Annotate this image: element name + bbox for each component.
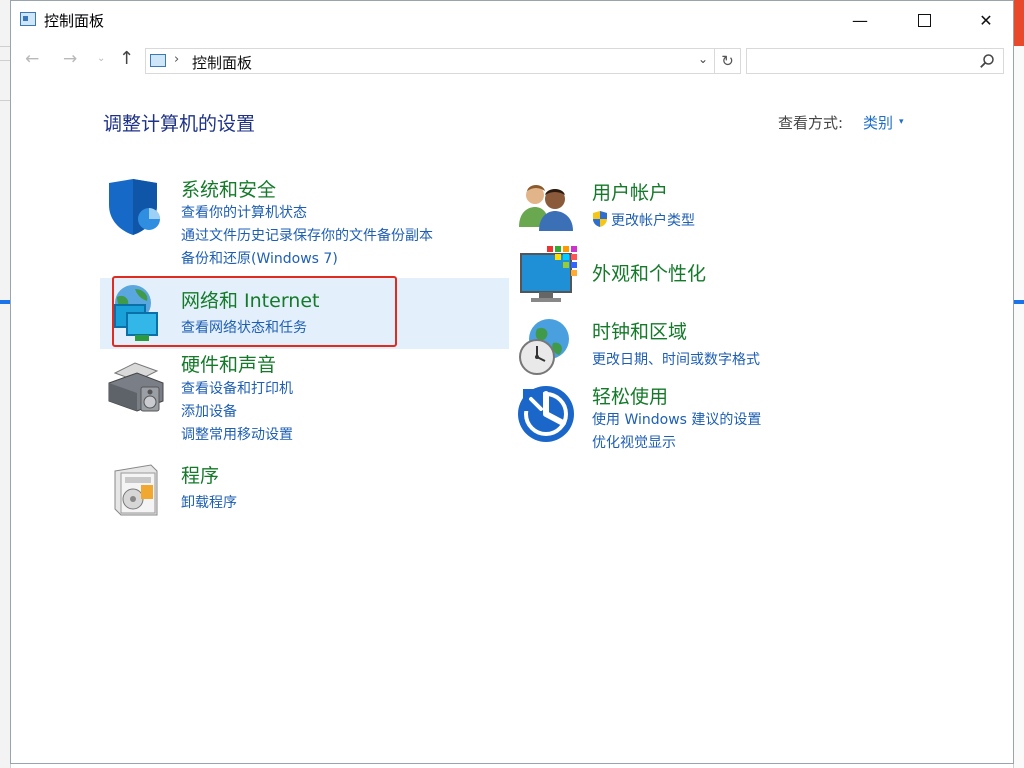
divider bbox=[0, 100, 10, 101]
link-optimize-visual-display[interactable]: 优化视觉显示 bbox=[592, 432, 676, 452]
category-clock-region[interactable]: 时钟和区域 bbox=[592, 317, 687, 344]
maximize-button[interactable] bbox=[901, 1, 947, 39]
back-button[interactable]: ← bbox=[25, 49, 39, 69]
view-by-dropdown[interactable]: 类别 bbox=[863, 112, 893, 133]
category-system-security[interactable]: 系统和安全 bbox=[181, 175, 276, 202]
up-button[interactable]: ↑ bbox=[119, 48, 134, 69]
link-uninstall-program[interactable]: 卸载程序 bbox=[181, 492, 237, 512]
recent-locations-dropdown[interactable]: ⌄ bbox=[97, 53, 105, 64]
category-user-accounts[interactable]: 用户帐户 bbox=[592, 178, 668, 205]
breadcrumb-control-panel[interactable]: 控制面板 bbox=[192, 52, 252, 73]
control-panel-icon bbox=[150, 54, 166, 67]
clock-globe-icon[interactable] bbox=[515, 317, 577, 377]
search-input[interactable] bbox=[746, 48, 1004, 74]
chevron-down-icon[interactable]: ▾ bbox=[899, 117, 904, 127]
divider bbox=[0, 300, 10, 304]
background-window-right bbox=[1013, 0, 1024, 768]
link-view-devices-printers[interactable]: 查看设备和打印机 bbox=[181, 378, 293, 398]
shield-icon[interactable] bbox=[103, 177, 163, 237]
link-view-computer-status[interactable]: 查看你的计算机状态 bbox=[181, 202, 307, 222]
forward-button[interactable]: → bbox=[63, 49, 77, 69]
navigation-bar: ← → ⌄ ↑ › 控制面板 ⌄ ↻ bbox=[11, 41, 1013, 81]
control-panel-icon bbox=[20, 12, 36, 26]
refresh-button[interactable]: ↻ bbox=[715, 48, 741, 74]
link-change-date-time-format[interactable]: 更改日期、时间或数字格式 bbox=[592, 349, 760, 369]
search-icon[interactable] bbox=[979, 53, 995, 69]
printer-icon[interactable] bbox=[105, 359, 167, 415]
page-title: 调整计算机的设置 bbox=[103, 113, 256, 135]
minimize-button[interactable]: — bbox=[837, 1, 883, 39]
breadcrumb-separator-icon[interactable]: › bbox=[174, 52, 179, 67]
category-hardware-sound[interactable]: 硬件和声音 bbox=[181, 350, 276, 377]
category-ease-of-access[interactable]: 轻松使用 bbox=[592, 382, 668, 409]
close-button[interactable]: ✕ bbox=[963, 1, 1009, 39]
divider bbox=[0, 60, 10, 61]
minimize-icon: — bbox=[852, 10, 868, 30]
divider bbox=[0, 46, 10, 47]
annotation-highlight-box bbox=[112, 276, 397, 347]
link-backup-restore[interactable]: 备份和还原(Windows 7) bbox=[181, 248, 338, 268]
background-accent bbox=[1014, 0, 1024, 46]
link-recommended-settings[interactable]: 使用 Windows 建议的设置 bbox=[592, 409, 761, 429]
address-dropdown-button[interactable]: ⌄ bbox=[698, 52, 708, 66]
uac-shield-icon bbox=[593, 211, 607, 227]
close-icon: ✕ bbox=[979, 10, 993, 30]
view-by-label: 查看方式: bbox=[778, 114, 844, 132]
address-bar[interactable]: › 控制面板 ⌄ bbox=[145, 48, 715, 74]
users-icon[interactable] bbox=[517, 181, 577, 233]
divider bbox=[1014, 300, 1024, 304]
control-panel-window: 控制面板 — ✕ ← → ⌄ ↑ › 控制面板 ⌄ ↻ 调整计算机的设置 查看方… bbox=[10, 0, 1014, 764]
link-change-account-type[interactable]: 更改帐户类型 bbox=[611, 210, 695, 230]
category-appearance-personalization[interactable]: 外观和个性化 bbox=[592, 259, 706, 286]
category-programs[interactable]: 程序 bbox=[181, 461, 219, 488]
link-file-history-backup[interactable]: 通过文件历史记录保存你的文件备份副本 bbox=[181, 225, 433, 245]
title-bar[interactable]: 控制面板 — ✕ bbox=[11, 1, 1013, 39]
refresh-icon: ↻ bbox=[721, 52, 734, 70]
link-add-device[interactable]: 添加设备 bbox=[181, 401, 237, 421]
link-mobility-settings[interactable]: 调整常用移动设置 bbox=[181, 424, 293, 444]
programs-icon[interactable] bbox=[111, 461, 163, 519]
ease-of-access-icon[interactable] bbox=[517, 385, 575, 443]
appearance-icon[interactable] bbox=[517, 244, 579, 304]
window-title: 控制面板 bbox=[44, 12, 105, 30]
maximize-icon bbox=[917, 13, 931, 27]
